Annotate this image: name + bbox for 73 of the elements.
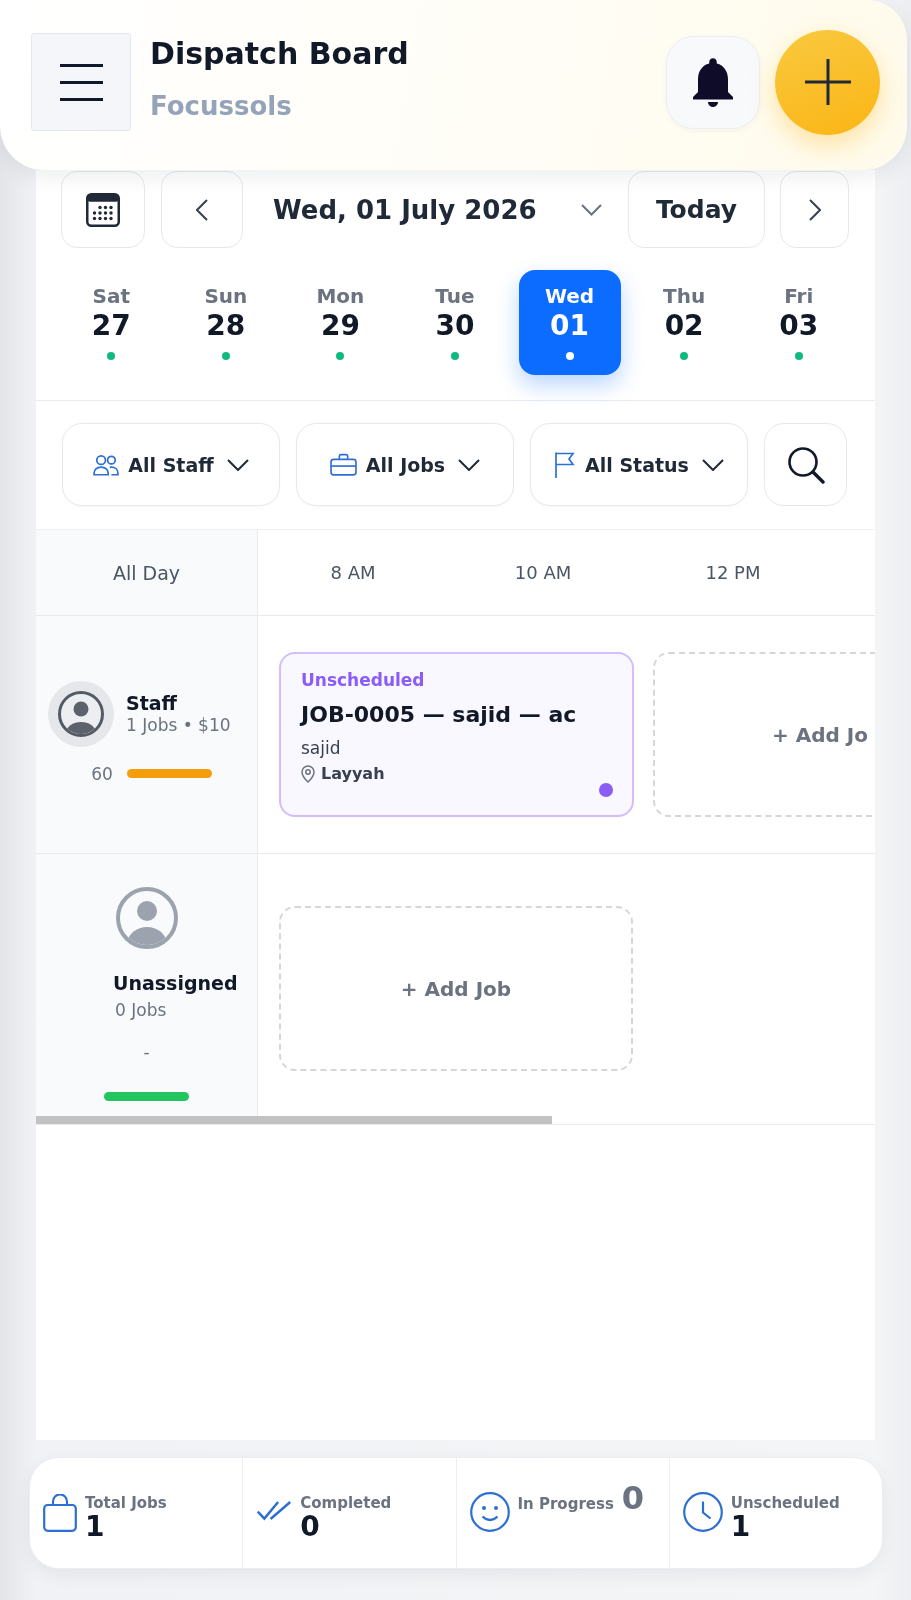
job-title: JOB-0005 — sajid — ac (301, 702, 577, 728)
chevron-right-icon (808, 198, 821, 221)
job-customer: sajid (301, 738, 341, 758)
chevron-down-icon (458, 458, 481, 471)
filter-dropdown[interactable]: All Staff (62, 423, 280, 506)
day-tab[interactable]: Sat 27 (60, 270, 163, 375)
smiley-icon (469, 1492, 510, 1532)
job-summary: 1 Jobs • $10 (126, 715, 231, 735)
briefcase-icon (329, 453, 357, 476)
time-label: 8 AM (330, 562, 376, 583)
user-avatar-icon (115, 887, 178, 949)
add-button[interactable] (775, 29, 880, 135)
dot-icon (451, 352, 459, 360)
time-label: 10 AM (514, 562, 572, 583)
add-job-button[interactable]: + Add Jo (653, 652, 875, 817)
day-tab[interactable]: Thu 02 (633, 270, 736, 375)
chevron-down-icon (701, 458, 724, 471)
stat-value: 0 (621, 1481, 645, 1515)
app-title: Dispatch Board (150, 36, 409, 72)
stat-value: 1 (730, 1512, 751, 1542)
dot-icon (680, 352, 689, 360)
menu-button[interactable] (31, 33, 131, 131)
chevron-down-icon (226, 458, 249, 471)
company-name: Focussols (150, 90, 292, 122)
job-card[interactable]: Unscheduled JOB-0005 — sajid — ac sajid Layyah (279, 652, 634, 817)
calendar-button[interactable] (61, 171, 145, 248)
search-icon (786, 445, 825, 484)
staff-name: Staff (126, 692, 177, 714)
job-location: Layyah (321, 764, 385, 784)
day-tab[interactable]: Fri 03 (747, 270, 850, 375)
date-picker[interactable]: Wed, 01 July 2026 (273, 193, 602, 226)
scrollbar-thumb[interactable] (36, 1116, 552, 1124)
plus-icon (804, 59, 851, 105)
all-day-header: All Day (36, 530, 258, 615)
stat-label: Completed (300, 1494, 392, 1512)
menu-icon (59, 63, 103, 101)
stat-value: 1 (85, 1512, 105, 1542)
flag-icon (554, 450, 577, 479)
day-tab[interactable]: Wed 01 (518, 270, 621, 375)
chevron-left-icon (196, 198, 208, 221)
location-pin-icon (301, 765, 315, 783)
stat-label: In Progress (517, 1495, 614, 1513)
dot-icon (107, 352, 116, 360)
job-status: Unscheduled (301, 670, 425, 690)
day-tab[interactable]: Tue 30 (404, 270, 506, 375)
day-tab[interactable]: Mon 29 (289, 270, 392, 375)
day-tab[interactable]: Sun 28 (174, 270, 277, 375)
time-label: 12 PM (705, 562, 761, 583)
filter-dropdown[interactable]: All Jobs (296, 423, 514, 506)
job-summary: 0 Jobs (115, 1000, 167, 1020)
dot-icon (565, 352, 574, 360)
clock-icon (682, 1492, 723, 1532)
dot-icon (221, 352, 230, 360)
stat-value: 0 (300, 1512, 320, 1542)
add-job-button[interactable]: + Add Job (279, 906, 633, 1071)
bell-icon (693, 57, 733, 107)
dot-icon (794, 352, 803, 360)
workload-score: 60 (91, 763, 113, 784)
notification-button[interactable] (666, 35, 760, 129)
shopping-bag-icon (43, 1494, 77, 1532)
filter-dropdown[interactable]: All Status (530, 423, 748, 506)
workload-score: - (143, 1042, 150, 1062)
calendar-icon (86, 192, 120, 227)
user-avatar-icon (48, 680, 114, 747)
today-button[interactable]: Today (628, 171, 765, 248)
stat-label: Unscheduled (730, 1494, 840, 1512)
search-button[interactable] (764, 423, 847, 506)
chevron-down-icon (580, 203, 602, 216)
dot-icon (336, 352, 345, 360)
staff-name: Unassigned (113, 972, 238, 994)
people-icon (93, 453, 120, 476)
double-check-icon (256, 1500, 293, 1522)
stat-label: Total Jobs (85, 1494, 167, 1512)
